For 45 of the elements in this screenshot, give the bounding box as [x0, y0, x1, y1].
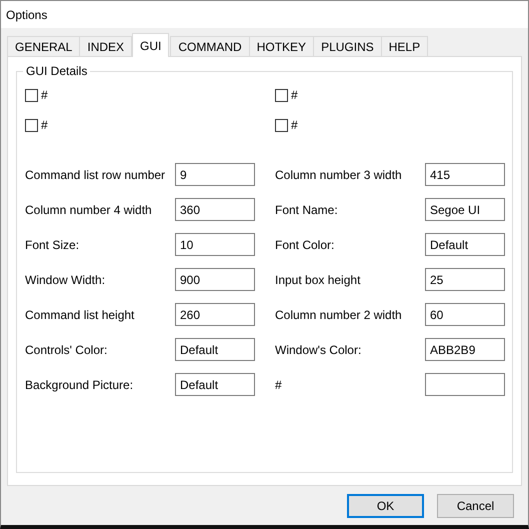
- input-field[interactable]: 10: [175, 233, 255, 256]
- input-field[interactable]: 25: [425, 268, 505, 291]
- input-field[interactable]: 260: [175, 303, 255, 326]
- field-label: Input box height: [275, 272, 362, 286]
- tab[interactable]: GENERAL: [7, 36, 80, 56]
- tab[interactable]: INDEX: [79, 36, 132, 56]
- input-field[interactable]: [425, 373, 505, 396]
- input-field[interactable]: 900: [175, 268, 255, 291]
- field-label: Column number 3 width: [275, 168, 403, 182]
- field-label: Command list row number: [25, 168, 166, 182]
- dialog-button[interactable]: Cancel: [437, 494, 514, 518]
- checkbox-label: #: [291, 118, 298, 132]
- input-field[interactable]: Default: [175, 338, 255, 361]
- field-label: Column number 2 width: [275, 308, 403, 322]
- window-title: Options: [1, 1, 528, 28]
- input-field[interactable]: 9: [175, 163, 255, 186]
- input-field[interactable]: ABB2B9: [425, 338, 505, 361]
- field-label: Background Picture:: [25, 378, 134, 392]
- checkbox[interactable]: [275, 118, 288, 132]
- input-field[interactable]: 60: [425, 303, 505, 326]
- field-label: Column number 4 width: [25, 202, 153, 216]
- checkbox[interactable]: [25, 118, 38, 132]
- field-label: Font Name:: [275, 202, 339, 216]
- field-label: Font Size:: [25, 238, 80, 252]
- checkbox-label: #: [41, 118, 48, 132]
- input-field[interactable]: Segoe UI: [425, 198, 505, 221]
- field-label: Window's Color:: [275, 342, 362, 356]
- checkbox[interactable]: [25, 88, 38, 102]
- input-field[interactable]: Default: [175, 373, 255, 396]
- field-label: Controls' Color:: [25, 342, 108, 356]
- field-label: Window Width:: [25, 272, 106, 286]
- input-field[interactable]: 360: [175, 198, 255, 221]
- input-field[interactable]: 415: [425, 163, 505, 186]
- field-label: #: [275, 378, 283, 392]
- default-button[interactable]: OK: [347, 494, 424, 518]
- group-title: GUI Details: [23, 64, 90, 78]
- checkbox-label: #: [291, 88, 298, 102]
- field-label: Font Color:: [275, 238, 336, 252]
- tab[interactable]: GUI: [132, 33, 170, 57]
- input-field[interactable]: Default: [425, 233, 505, 256]
- checkbox[interactable]: [275, 88, 288, 102]
- checkbox-label: #: [41, 88, 48, 102]
- tab[interactable]: HELP: [380, 36, 428, 56]
- tab[interactable]: COMMAND: [170, 36, 250, 56]
- field-label: Command list height: [25, 308, 136, 322]
